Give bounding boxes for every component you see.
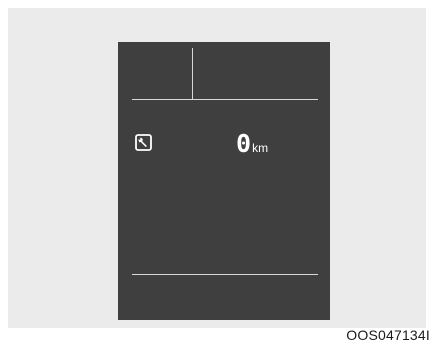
- odometer-value: 0: [236, 129, 252, 158]
- cluster-lcd-display: 0 km: [118, 42, 330, 320]
- top-vertical-divider: [192, 48, 193, 99]
- odometer-unit: km: [252, 141, 269, 155]
- odometer-readout: 0 km: [236, 130, 268, 156]
- figure-code: OOS047134I: [346, 327, 430, 343]
- top-divider: [132, 99, 318, 100]
- bottom-divider: [132, 274, 318, 275]
- wrench-service-icon: [135, 134, 152, 151]
